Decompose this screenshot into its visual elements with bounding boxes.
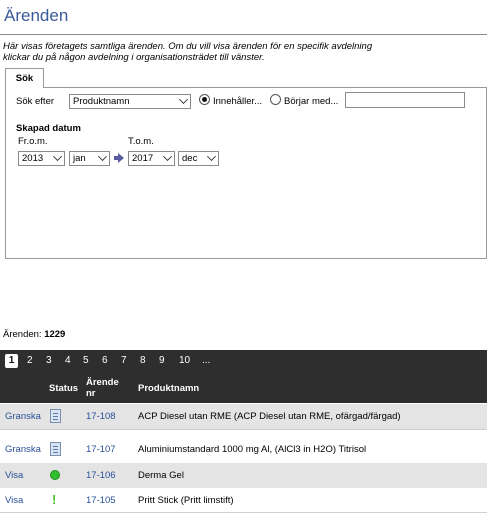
to-year-value: 2017 [132,153,154,164]
row-action-link[interactable]: Granska [5,444,41,455]
column-header-case-nr-line2: nr [86,388,96,399]
table-row: Visa 17-106 Derma Gel [0,463,487,488]
radio-starts-with-label: Börjar med... [284,96,339,107]
table-row: Granska 17-108 ACP Diesel utan RME (ACP … [0,404,487,429]
page-link[interactable]: 9 [159,355,165,366]
row-product: Derma Gel [138,470,184,481]
search-field-value: Produktnamn [73,96,130,107]
to-month-select[interactable]: dec [178,151,219,166]
from-month-select[interactable]: jan [69,151,110,166]
row-case-nr[interactable]: 17-106 [86,470,116,481]
intro-line-1: Här visas företagets samtliga ärenden. O… [3,41,373,52]
chevron-down-icon [163,152,172,161]
search-text-input[interactable] [345,92,465,108]
exclamation-icon: ! [52,492,57,507]
page-link-current[interactable]: 1 [5,354,18,368]
from-month-value: jan [73,153,86,164]
row-case-nr[interactable]: 17-107 [86,444,116,455]
row-divider [0,429,487,430]
row-case-nr[interactable]: 17-105 [86,495,116,506]
search-by-label: Sök efter [16,96,55,107]
chevron-down-icon [207,152,216,161]
page-link[interactable]: 5 [83,355,89,366]
case-count: Ärenden: 1229 [3,329,65,340]
from-year-select[interactable]: 2013 [18,151,65,166]
row-product: Aluminiumstandard 1000 mg Al, (AlCl3 in … [138,444,367,455]
row-action-link[interactable]: Visa [5,470,23,481]
chevron-down-icon [98,152,107,161]
tab-search[interactable]: Sök [5,68,44,88]
from-year-value: 2013 [22,153,44,164]
chevron-down-icon [179,95,188,104]
page-link[interactable]: 7 [121,355,127,366]
page-link[interactable]: 4 [65,355,71,366]
page-link[interactable]: 6 [102,355,108,366]
to-month-value: dec [182,153,198,164]
page-link[interactable]: 3 [46,355,52,366]
case-count-value: 1229 [44,329,66,340]
page-link[interactable]: 8 [140,355,146,366]
row-product: Pritt Stick (Pritt limstift) [138,495,234,506]
radio-contains[interactable] [199,94,210,105]
document-icon [50,442,61,456]
document-icon [50,409,61,423]
search-panel: Sök efter Produktnamn Innehåller... Börj… [5,87,487,259]
column-header-case-nr-line1: Ärende [86,377,119,388]
results-grid-header: 1 2 3 4 5 6 7 8 9 10 ... Status Ärende n… [0,350,487,403]
column-header-case-nr[interactable]: Ärende nr [86,377,119,399]
green-dot-icon [50,470,60,480]
from-label: Fr.o.m. [18,136,48,147]
table-row: Granska 17-107 Aluminiumstandard 1000 mg… [0,437,487,462]
title-divider [0,34,487,35]
radio-contains-label: Innehåller... [213,96,263,107]
page-link-more[interactable]: ... [202,355,210,366]
radio-starts-with[interactable] [270,94,281,105]
to-year-select[interactable]: 2017 [128,151,175,166]
row-divider [0,512,487,513]
arrow-right-icon [118,153,124,163]
search-field-select[interactable]: Produktnamn [69,94,191,109]
column-header-status[interactable]: Status [49,383,78,394]
row-product: ACP Diesel utan RME (ACP Diesel utan RME… [138,411,401,422]
row-action-link[interactable]: Granska [5,411,41,422]
page-title: Ärenden [4,6,69,25]
column-header-product[interactable]: Produktnamn [138,383,199,394]
created-date-label: Skapad datum [16,123,81,134]
to-label: T.o.m. [128,136,154,147]
page-link[interactable]: 10 [179,355,190,366]
table-row: Visa ! 17-105 Pritt Stick (Pritt limstif… [0,488,487,513]
page-link[interactable]: 2 [27,355,33,366]
intro-line-2: klickar du på någon avdelning i organisa… [3,52,265,63]
intro-text: Här visas företagets samtliga ärenden. O… [3,41,473,63]
chevron-down-icon [53,152,62,161]
case-count-label: Ärenden: [3,329,42,340]
row-case-nr[interactable]: 17-108 [86,411,116,422]
row-action-link[interactable]: Visa [5,495,23,506]
